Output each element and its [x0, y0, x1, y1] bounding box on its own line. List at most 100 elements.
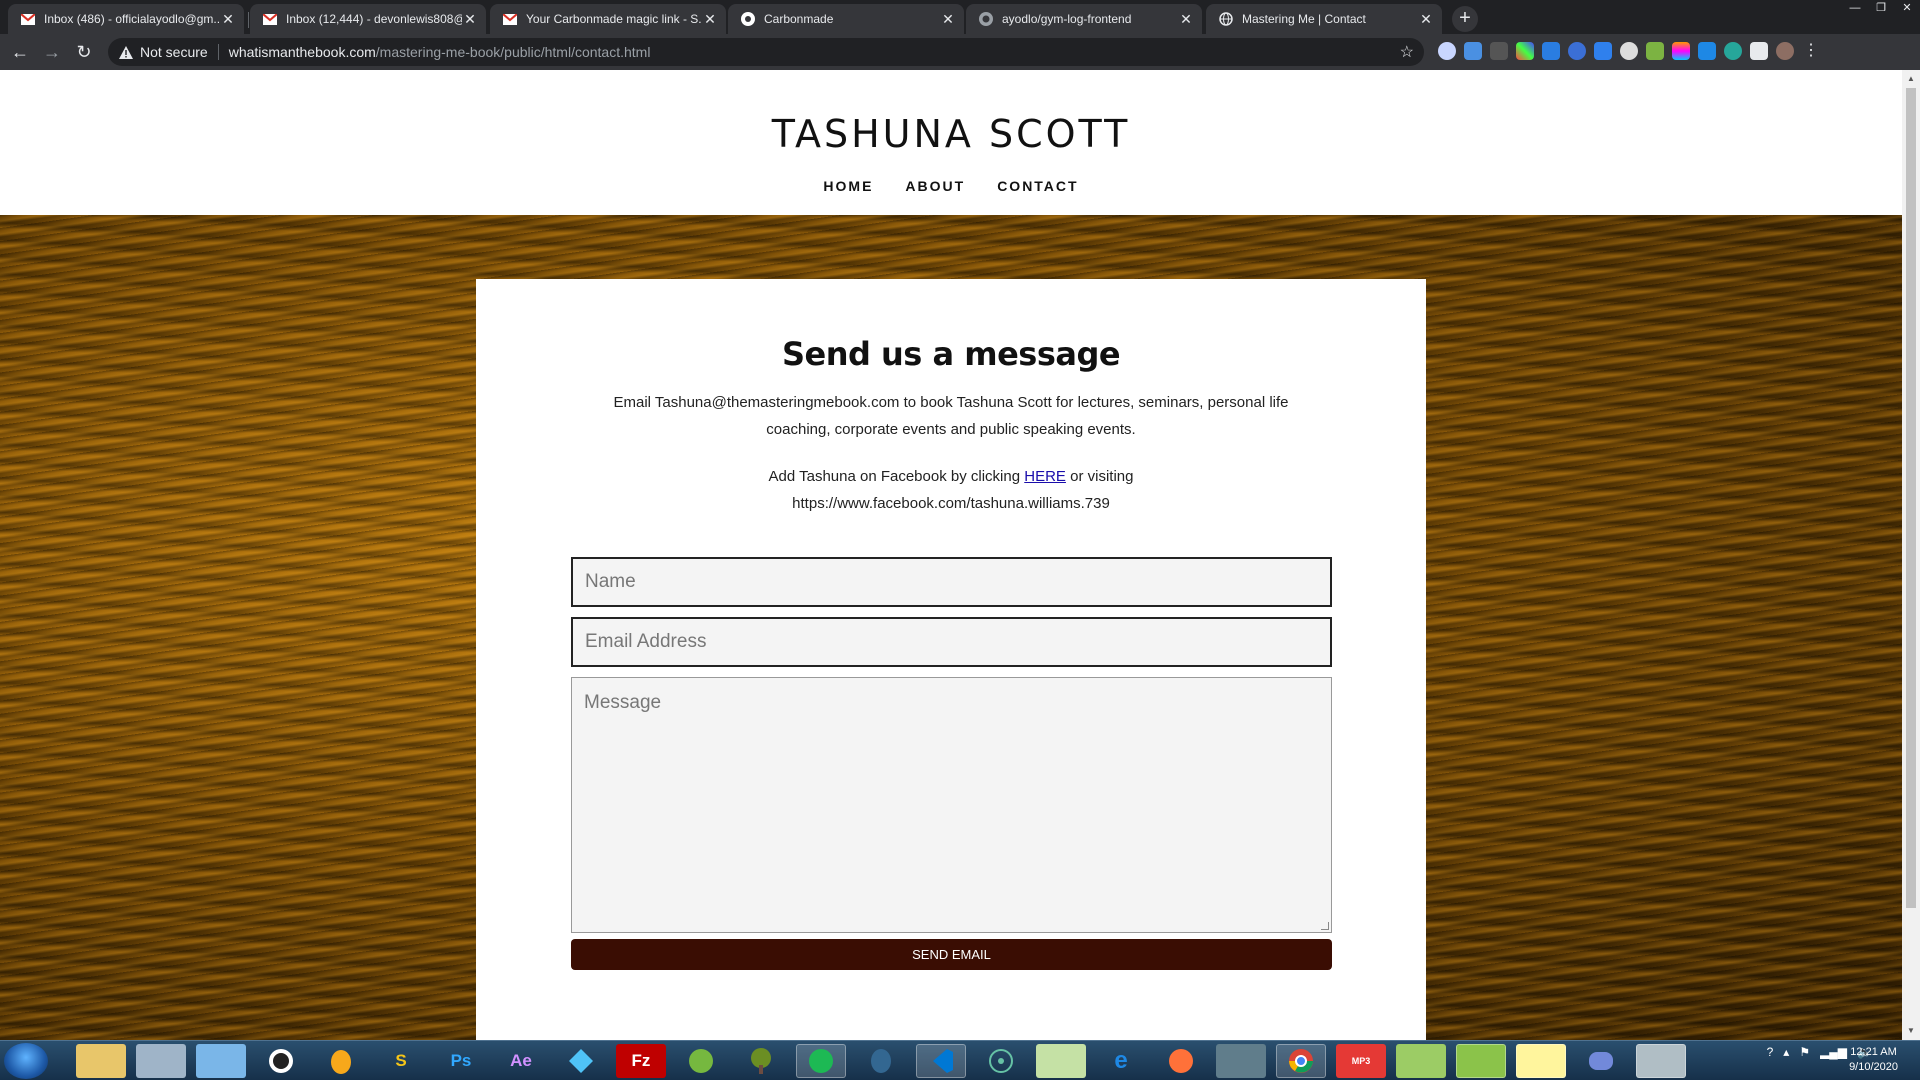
clock[interactable]: 12:21 AM 9/10/2020	[1849, 1045, 1898, 1075]
new-tab-button[interactable]: +	[1452, 6, 1478, 32]
tab-github[interactable]: ayodlo/gym-log-frontend ✕	[966, 4, 1202, 34]
name-field[interactable]: Name	[571, 557, 1332, 607]
folder-icon[interactable]	[1516, 1044, 1566, 1078]
extension-icon[interactable]	[1438, 42, 1456, 60]
close-icon[interactable]: ✕	[220, 11, 236, 28]
minimize-icon[interactable]: —	[1842, 0, 1868, 18]
facebook-prefix: Add Tashuna on Facebook by clicking	[768, 468, 1021, 485]
bluestacks-icon[interactable]	[1456, 1044, 1506, 1078]
start-button[interactable]	[4, 1043, 48, 1079]
chevron-up-icon[interactable]: ▴	[1783, 1045, 1789, 1059]
fl-studio-icon[interactable]	[316, 1044, 366, 1078]
close-icon[interactable]: ✕	[1418, 11, 1434, 28]
spotify-icon[interactable]	[796, 1044, 846, 1078]
github-icon	[978, 11, 994, 27]
calculator-icon[interactable]	[136, 1044, 186, 1078]
message-field[interactable]: Message	[571, 677, 1332, 933]
site-header: TASHUNA SCOTT HOME ABOUT CONTACT	[0, 70, 1902, 215]
tab-title: Mastering Me | Contact	[1242, 12, 1366, 26]
send-email-button[interactable]: SEND EMAIL	[571, 939, 1332, 970]
sourcetree-icon[interactable]	[256, 1044, 306, 1078]
scroll-thumb[interactable]	[1906, 88, 1916, 908]
tab-gmail-2[interactable]: Inbox (12,444) - devonlewis808@... ✕	[250, 4, 486, 34]
network-icon[interactable]: ▂▄▆	[1820, 1045, 1847, 1059]
tree-app-icon[interactable]	[736, 1044, 786, 1078]
after-effects-icon[interactable]: Ae	[496, 1044, 546, 1078]
site-nav: HOME ABOUT CONTACT	[0, 178, 1902, 194]
file-explorer-icon[interactable]	[76, 1044, 126, 1078]
nav-about[interactable]: ABOUT	[905, 178, 965, 194]
notepad-icon[interactable]	[1396, 1044, 1446, 1078]
tab-mastering-me[interactable]: Mastering Me | Contact ✕	[1206, 4, 1442, 34]
back-icon[interactable]: ←	[8, 40, 32, 64]
extension-icon[interactable]	[1542, 42, 1560, 60]
time: 12:21 AM	[1850, 1046, 1897, 1058]
scroll-up-icon[interactable]: ▲	[1906, 74, 1916, 84]
url-host: whatismanthebook.com	[228, 44, 376, 60]
resize-handle-icon[interactable]	[1321, 922, 1329, 930]
tab-carbonmade[interactable]: Carbonmade ✕	[728, 4, 964, 34]
atom-icon[interactable]	[976, 1044, 1026, 1078]
extension-icon[interactable]	[1490, 42, 1508, 60]
facebook-here-link[interactable]: HERE	[1024, 468, 1066, 485]
filezilla-icon[interactable]: Fz	[616, 1044, 666, 1078]
close-icon[interactable]: ✕	[462, 11, 478, 28]
nav-home[interactable]: HOME	[823, 178, 873, 194]
gmail-icon	[20, 11, 36, 27]
utorrent-icon[interactable]	[676, 1044, 726, 1078]
url-path: /mastering-me-book/public/html/contact.h…	[375, 44, 651, 60]
photoshop-icon[interactable]: Ps	[436, 1044, 486, 1078]
tab-gmail-3[interactable]: Your Carbonmade magic link - S... ✕	[490, 4, 726, 34]
avatar[interactable]	[1776, 42, 1794, 60]
extension-icon[interactable]	[1646, 42, 1664, 60]
restore-icon[interactable]: ❐	[1868, 0, 1894, 18]
scroll-down-icon[interactable]: ▼	[1906, 1026, 1916, 1036]
globe-icon	[1218, 11, 1234, 27]
reload-icon[interactable]: ↻	[72, 40, 96, 64]
tab-strip: Inbox (486) - officialayodlo@gm... ✕ Inb…	[0, 0, 1920, 34]
flag-icon[interactable]: ⚑	[1799, 1045, 1810, 1059]
nav-contact[interactable]: CONTACT	[997, 178, 1078, 194]
menu-icon[interactable]: ⋮	[1802, 42, 1820, 60]
tab-separator	[248, 12, 249, 28]
help-icon[interactable]: ?	[1767, 1045, 1774, 1059]
close-window-icon[interactable]: ✕	[1894, 0, 1920, 18]
extension-icon[interactable]	[1568, 42, 1586, 60]
notes-icon[interactable]	[196, 1044, 246, 1078]
paint-icon[interactable]	[1636, 1044, 1686, 1078]
discord-icon[interactable]	[1576, 1044, 1626, 1078]
extension-icon[interactable]	[1724, 42, 1742, 60]
taskbar-apps: S Ps Ae Fz e MP3	[76, 1044, 1686, 1078]
terminal-icon[interactable]	[1216, 1044, 1266, 1078]
ie-icon[interactable]: e	[1096, 1044, 1146, 1078]
extension-icon[interactable]	[1464, 42, 1482, 60]
security-label[interactable]: Not secure	[140, 44, 208, 60]
extension-icon[interactable]	[1620, 42, 1638, 60]
page-title: Send us a message	[781, 335, 1121, 373]
close-icon[interactable]: ✕	[1178, 11, 1194, 28]
postgres-icon[interactable]	[856, 1044, 906, 1078]
email-field[interactable]: Email Address	[571, 617, 1332, 667]
gitkraken-icon[interactable]	[556, 1044, 606, 1078]
tab-gmail-1[interactable]: Inbox (486) - officialayodlo@gm... ✕	[8, 4, 244, 34]
sublime-icon[interactable]: S	[376, 1044, 426, 1078]
extension-icon[interactable]	[1698, 42, 1716, 60]
page-content: TASHUNA SCOTT HOME ABOUT CONTACT Send us…	[0, 70, 1902, 1040]
facebook-info-text: Add Tashuna on Facebook by clicking HERE…	[701, 463, 1201, 517]
extension-icon[interactable]	[1516, 42, 1534, 60]
extension-icon[interactable]	[1672, 42, 1690, 60]
address-bar[interactable]: Not secure whatismanthebook.com /masteri…	[108, 38, 1424, 66]
forward-icon[interactable]: →	[40, 40, 64, 64]
mp3-icon[interactable]: MP3	[1336, 1044, 1386, 1078]
close-icon[interactable]: ✕	[940, 11, 956, 28]
scrollbar[interactable]: ▲ ▼	[1902, 70, 1920, 1040]
chart-app-icon[interactable]	[1036, 1044, 1086, 1078]
puzzle-icon[interactable]	[1750, 42, 1768, 60]
close-icon[interactable]: ✕	[702, 11, 718, 28]
bookmark-star-icon[interactable]: ☆	[1400, 42, 1414, 62]
firefox-icon[interactable]	[1156, 1044, 1206, 1078]
vscode-icon[interactable]	[916, 1044, 966, 1078]
window-controls: — ❐ ✕	[1842, 0, 1920, 18]
extension-icon[interactable]	[1594, 42, 1612, 60]
chrome-icon[interactable]	[1276, 1044, 1326, 1078]
